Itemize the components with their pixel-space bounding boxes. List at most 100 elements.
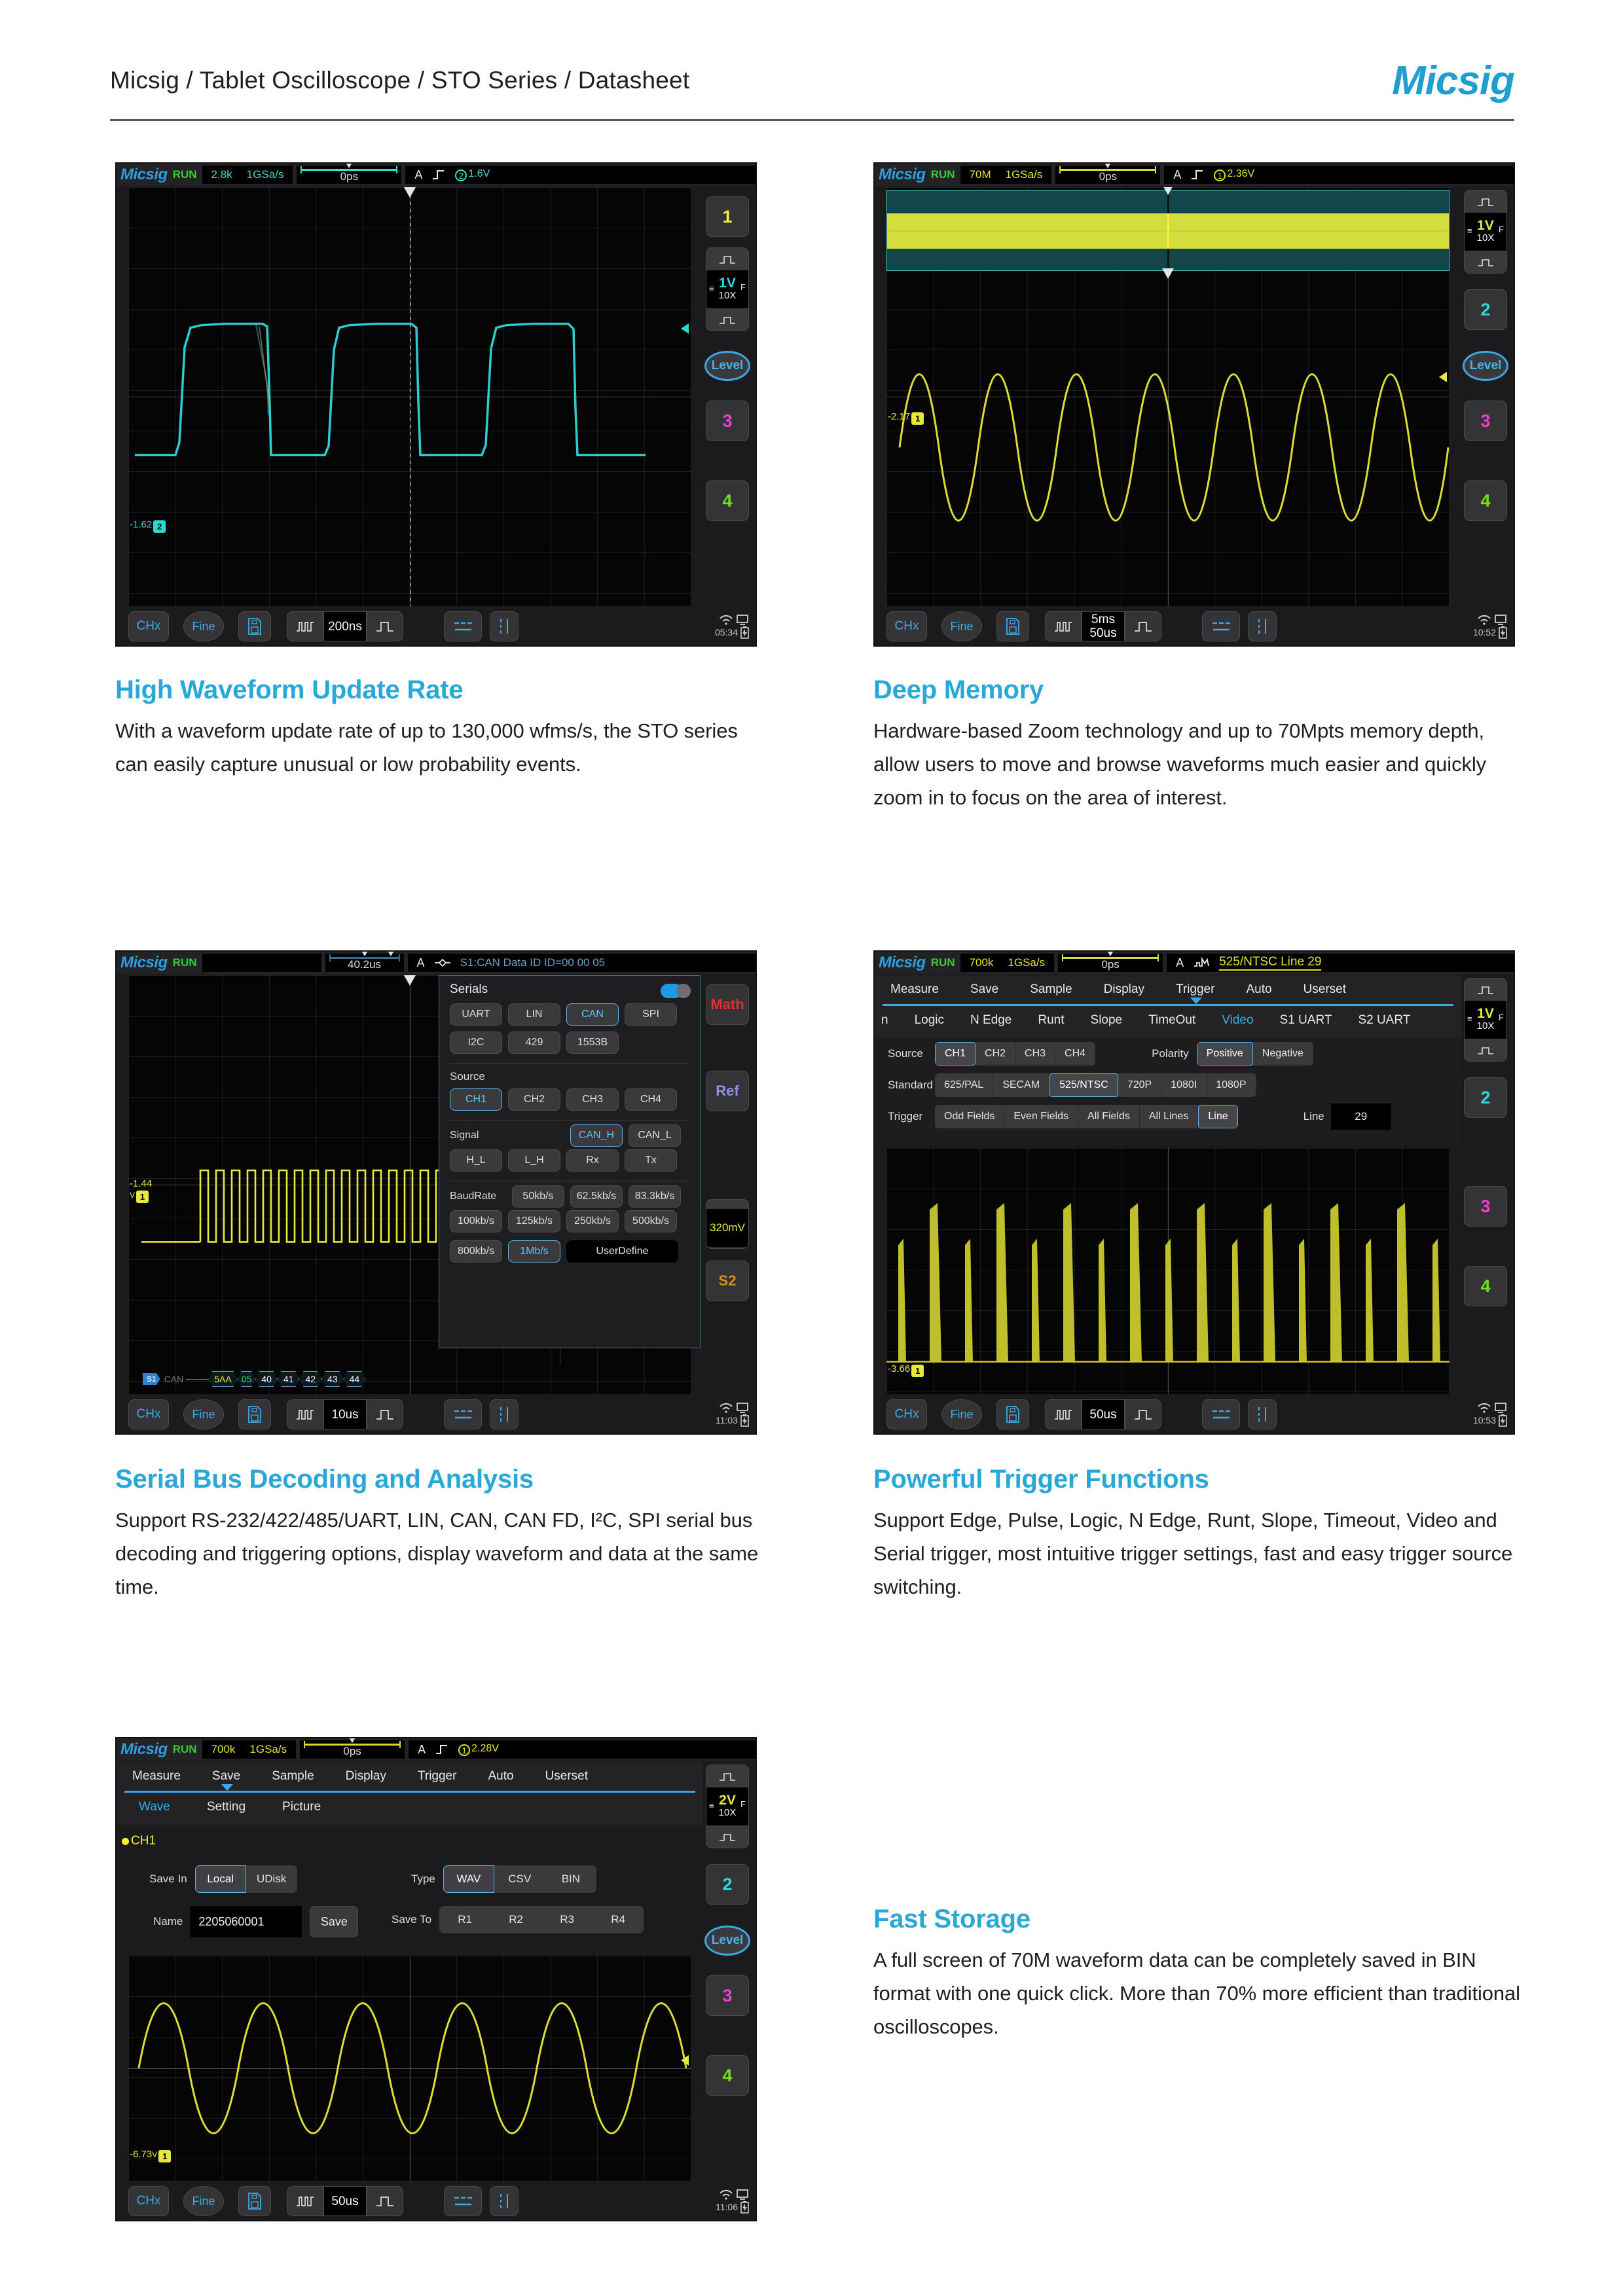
source-ch4[interactable]: CH4	[1055, 1042, 1096, 1066]
save-to-r2[interactable]: R2	[490, 1906, 542, 1933]
chx-button[interactable]: CHx	[128, 2186, 169, 2216]
submenu-video[interactable]: Video	[1222, 1013, 1253, 1028]
vdiv-decrease-button[interactable]	[1465, 251, 1506, 273]
submenu-pulse[interactable]: n	[881, 1013, 888, 1028]
scope2-level-knob[interactable]: Level	[1463, 351, 1508, 381]
trigger-position-icon-top[interactable]	[1162, 187, 1174, 195]
scope2-time-offset-box[interactable]: 0ps	[1055, 164, 1161, 184]
scope4-graticule[interactable]: -3.66 1	[886, 1148, 1450, 1394]
polarity-positive[interactable]: Positive	[1196, 1042, 1253, 1066]
scope1-graticule[interactable]: -1.62 2	[128, 187, 691, 606]
submenu-s2-uart[interactable]: S2 UART	[1358, 1013, 1410, 1028]
menu-sample[interactable]: Sample	[1030, 982, 1072, 997]
trigger-position-icon[interactable]	[404, 975, 416, 986]
line-number-field[interactable]: 29	[1330, 1103, 1391, 1130]
fine-button[interactable]: Fine	[183, 2186, 224, 2216]
serials-enable-toggle[interactable]	[661, 984, 691, 998]
save-in-local[interactable]: Local	[194, 1865, 246, 1893]
menu-display[interactable]: Display	[346, 1769, 386, 1784]
save-to-r1[interactable]: R1	[439, 1906, 491, 1933]
scope5-time-offset-box[interactable]: 0ps	[300, 1738, 405, 1759]
scope5-level-knob[interactable]: Level	[704, 1926, 750, 1956]
baud-250k[interactable]: 250kb/s	[566, 1210, 619, 1232]
submenu-slope[interactable]: Slope	[1091, 1013, 1123, 1028]
type-csv[interactable]: CSV	[494, 1865, 545, 1893]
fine-button[interactable]: Fine	[183, 611, 224, 641]
baud-800k[interactable]: 800kb/s	[450, 1240, 502, 1263]
menu-auto[interactable]: Auto	[488, 1769, 513, 1784]
scope3-trigger-info[interactable]: A S1:CAN Data ID ID=00 00 05	[407, 954, 756, 972]
baud-83k3[interactable]: 83.3kb/s	[629, 1185, 681, 1208]
scope2-channel-button-3[interactable]: 3	[1464, 401, 1507, 441]
file-save-icon-button[interactable]	[996, 1399, 1029, 1429]
chx-button[interactable]: CHx	[886, 611, 927, 641]
menu-auto[interactable]: Auto	[1246, 982, 1271, 997]
baud-62k5[interactable]: 62.5kb/s	[570, 1185, 623, 1208]
timebase-zoom-in-button[interactable]	[367, 611, 403, 641]
trigmode-all-lines[interactable]: All Lines	[1139, 1105, 1199, 1128]
baud-1m[interactable]: 1Mb/s	[508, 1240, 560, 1263]
save-in-udisk[interactable]: UDisk	[246, 1865, 297, 1893]
timebase-zoom-out-button[interactable]	[287, 1399, 323, 1429]
acquire-mode-button[interactable]	[1202, 1399, 1240, 1429]
scope3-math-button[interactable]: Math	[706, 984, 749, 1025]
submenu-timeout[interactable]: TimeOut	[1148, 1013, 1195, 1028]
scope1-trigger-info[interactable]: A 2 1.6V	[405, 166, 756, 184]
protocol-lin[interactable]: LIN	[508, 1003, 560, 1026]
protocol-spi[interactable]: SPI	[625, 1003, 677, 1026]
fine-button[interactable]: Fine	[183, 1399, 224, 1429]
file-save-icon-button[interactable]	[238, 1399, 271, 1429]
standard-secam[interactable]: SECAM	[993, 1073, 1050, 1097]
baud-100k[interactable]: 100kb/s	[450, 1210, 502, 1232]
save-button[interactable]: Save	[310, 1906, 359, 1937]
source-ch4[interactable]: CH4	[625, 1088, 677, 1111]
scope2-graticule[interactable]: -2.17 1	[886, 187, 1450, 606]
scope3-ref-button[interactable]: Ref	[706, 1071, 749, 1111]
acquire-mode-button[interactable]	[1202, 611, 1240, 641]
menu-userset[interactable]: Userset	[1304, 982, 1346, 997]
vdiv-decrease-button[interactable]	[1465, 1039, 1506, 1061]
timebase-zoom-in-button[interactable]	[1125, 1399, 1161, 1429]
type-wav[interactable]: WAV	[443, 1865, 494, 1893]
submenu-runt[interactable]: Runt	[1038, 1013, 1064, 1028]
submenu-picture[interactable]: Picture	[282, 1800, 321, 1814]
standard-1080i[interactable]: 1080I	[1161, 1073, 1207, 1097]
vdiv-increase-button[interactable]	[706, 1765, 748, 1787]
timebase-zoom-in-button[interactable]	[1125, 611, 1161, 641]
scope3-s2-button[interactable]: S2	[706, 1261, 749, 1301]
file-save-icon-button[interactable]	[238, 611, 271, 641]
trigger-position-icon[interactable]	[404, 187, 416, 198]
standard-720p[interactable]: 720P	[1118, 1073, 1162, 1097]
scope2-vdiv-control[interactable]: 1V 10X F ≡	[1464, 190, 1507, 274]
source-ch2[interactable]: CH2	[976, 1042, 1016, 1066]
scope4-time-offset-box[interactable]: 0ps	[1058, 952, 1163, 972]
menu-save[interactable]: Save	[970, 982, 998, 997]
scope1-channel-button-1[interactable]: 1	[706, 196, 749, 237]
scope4-channel-button-4[interactable]: 4	[1464, 1266, 1507, 1306]
chx-button[interactable]: CHx	[128, 1399, 169, 1429]
cursor-button[interactable]	[490, 1399, 519, 1429]
source-ch3[interactable]: CH3	[1015, 1042, 1056, 1066]
menu-display[interactable]: Display	[1104, 982, 1144, 997]
cursor-button[interactable]	[490, 611, 519, 641]
vdiv-increase-button[interactable]	[1465, 190, 1506, 213]
menu-measure[interactable]: Measure	[890, 982, 939, 997]
submenu-setting[interactable]: Setting	[207, 1800, 246, 1814]
signal-rx[interactable]: Rx	[566, 1149, 619, 1172]
timebase-zoom-in-button[interactable]	[367, 2186, 403, 2216]
scope4-vdiv-control[interactable]: 1V 10X F ≡	[1464, 978, 1507, 1062]
scope5-channel-button-2[interactable]: 2	[706, 1864, 749, 1905]
scope4-channel-button-2[interactable]: 2	[1464, 1077, 1507, 1118]
scope5-trigger-info[interactable]: A 1 2.28V	[409, 1740, 756, 1759]
scope1-channel-button-4[interactable]: 4	[706, 480, 749, 521]
baud-500k[interactable]: 500kb/s	[625, 1210, 677, 1232]
scope4-channel-button-3[interactable]: 3	[1464, 1186, 1507, 1227]
submenu-wave[interactable]: Wave	[139, 1800, 170, 1814]
scope5-channel-button-4[interactable]: 4	[706, 2055, 749, 2096]
cursor-button[interactable]	[490, 2186, 519, 2216]
submenu-logic[interactable]: Logic	[915, 1013, 944, 1028]
protocol-429[interactable]: 429	[508, 1031, 560, 1054]
standard-1080p[interactable]: 1080P	[1207, 1073, 1256, 1097]
standard-525-ntsc[interactable]: 525/NTSC	[1049, 1073, 1118, 1097]
scope1-trigger-level-arrow[interactable]	[681, 323, 689, 334]
